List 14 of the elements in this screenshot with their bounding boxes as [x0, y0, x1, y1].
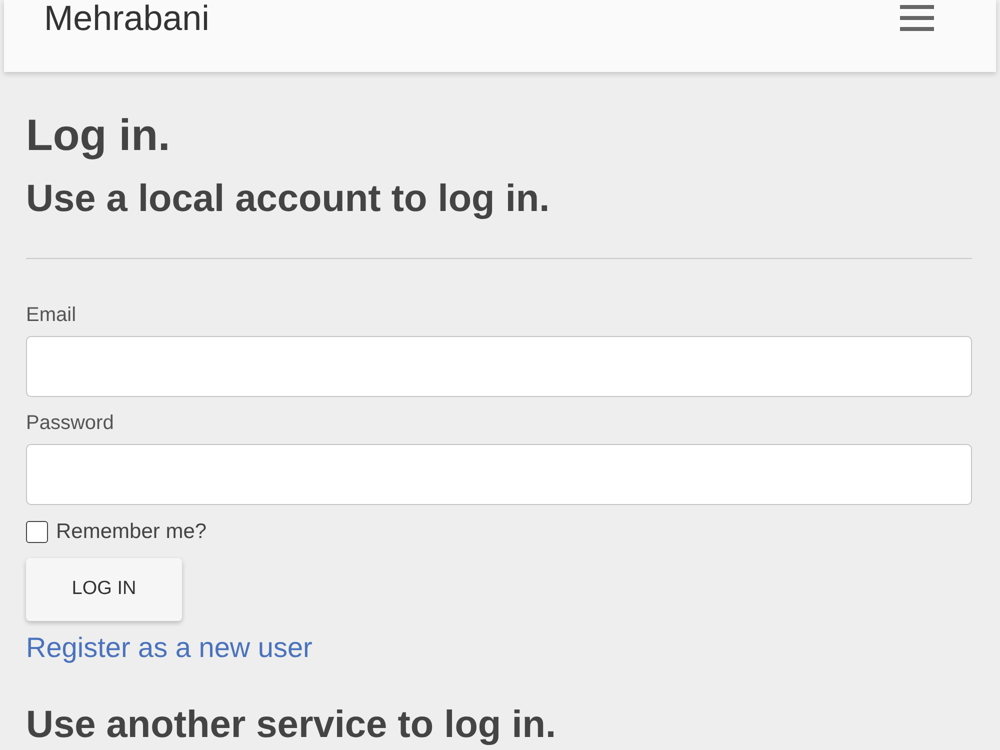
checkbox-label: Remember me? [56, 519, 207, 546]
page-title: Log in. [26, 110, 172, 162]
login-button[interactable]: LOG IN [26, 558, 182, 621]
brand-link[interactable]: Mehrabani [44, 1, 210, 36]
section-heading: Use a local account to log in. [26, 176, 551, 222]
remember-checkbox[interactable] [26, 521, 48, 544]
section-heading: Use another service to log in. [26, 702, 558, 748]
register-link[interactable]: Register as a new user [26, 626, 312, 669]
menu-icon [900, 5, 934, 31]
field-label: Password [26, 411, 115, 436]
input-field[interactable] [26, 336, 972, 398]
menu-button[interactable] [900, 5, 934, 31]
input-field[interactable] [26, 444, 972, 506]
field-label: Email [26, 303, 78, 328]
